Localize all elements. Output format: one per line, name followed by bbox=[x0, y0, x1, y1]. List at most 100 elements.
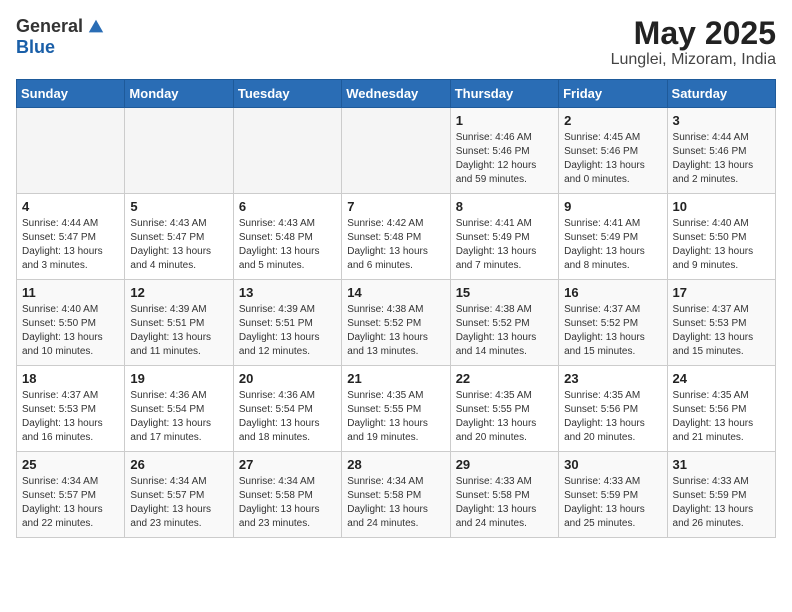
calendar-cell bbox=[233, 108, 341, 194]
day-number: 15 bbox=[456, 285, 553, 300]
day-info: Sunrise: 4:44 AM Sunset: 5:46 PM Dayligh… bbox=[673, 131, 770, 187]
calendar-week-row: 4 Sunrise: 4:44 AM Sunset: 5:47 PM Daylig… bbox=[17, 194, 776, 280]
weekday-header-monday: Monday bbox=[125, 80, 233, 108]
day-number: 27 bbox=[239, 457, 336, 472]
calendar-cell: 17 Sunrise: 4:37 AM Sunset: 5:53 PM Dayli… bbox=[667, 280, 775, 366]
logo-icon bbox=[87, 18, 105, 36]
calendar-cell: 5 Sunrise: 4:43 AM Sunset: 5:47 PM Daylig… bbox=[125, 194, 233, 280]
day-number: 9 bbox=[564, 199, 661, 214]
calendar-cell: 28 Sunrise: 4:34 AM Sunset: 5:58 PM Dayli… bbox=[342, 452, 450, 538]
title-block: May 2025 Lunglei, Mizoram, India bbox=[611, 16, 776, 69]
day-info: Sunrise: 4:44 AM Sunset: 5:47 PM Dayligh… bbox=[22, 217, 119, 273]
weekday-header-wednesday: Wednesday bbox=[342, 80, 450, 108]
calendar-cell: 22 Sunrise: 4:35 AM Sunset: 5:55 PM Dayli… bbox=[450, 366, 558, 452]
calendar-cell: 11Sunrise: 4:40 AM Sunset: 5:50 PM Dayli… bbox=[17, 280, 125, 366]
day-info: Sunrise: 4:35 AM Sunset: 5:55 PM Dayligh… bbox=[347, 389, 444, 445]
calendar-cell bbox=[342, 108, 450, 194]
calendar-week-row: 1Sunrise: 4:46 AM Sunset: 5:46 PM Daylig… bbox=[17, 108, 776, 194]
calendar-cell: 1Sunrise: 4:46 AM Sunset: 5:46 PM Daylig… bbox=[450, 108, 558, 194]
calendar-cell: 24Sunrise: 4:35 AM Sunset: 5:56 PM Dayli… bbox=[667, 366, 775, 452]
calendar-cell: 6Sunrise: 4:43 AM Sunset: 5:48 PM Daylig… bbox=[233, 194, 341, 280]
day-info: Sunrise: 4:34 AM Sunset: 5:57 PM Dayligh… bbox=[22, 475, 119, 531]
calendar-cell: 25 Sunrise: 4:34 AM Sunset: 5:57 PM Dayli… bbox=[17, 452, 125, 538]
day-info: Sunrise: 4:38 AM Sunset: 5:52 PM Dayligh… bbox=[456, 303, 553, 359]
logo-general-text: General bbox=[16, 16, 83, 37]
month-title: May 2025 bbox=[611, 16, 776, 51]
day-info: Sunrise: 4:37 AM Sunset: 5:53 PM Dayligh… bbox=[673, 303, 770, 359]
day-number: 19 bbox=[130, 371, 227, 386]
calendar-cell: 13 Sunrise: 4:39 AM Sunset: 5:51 PM Dayli… bbox=[233, 280, 341, 366]
weekday-header-friday: Friday bbox=[559, 80, 667, 108]
calendar-cell: 19Sunrise: 4:36 AM Sunset: 5:54 PM Dayli… bbox=[125, 366, 233, 452]
day-info: Sunrise: 4:40 AM Sunset: 5:50 PM Dayligh… bbox=[673, 217, 770, 273]
calendar-cell: 31Sunrise: 4:33 AM Sunset: 5:59 PM Dayli… bbox=[667, 452, 775, 538]
day-number: 18 bbox=[22, 371, 119, 386]
day-info: Sunrise: 4:39 AM Sunset: 5:51 PM Dayligh… bbox=[130, 303, 227, 359]
logo: General Blue bbox=[16, 16, 105, 58]
logo-blue-text: Blue bbox=[16, 37, 55, 58]
day-info: Sunrise: 4:37 AM Sunset: 5:53 PM Dayligh… bbox=[22, 389, 119, 445]
day-number: 12 bbox=[130, 285, 227, 300]
weekday-header-row: SundayMondayTuesdayWednesdayThursdayFrid… bbox=[17, 80, 776, 108]
day-number: 28 bbox=[347, 457, 444, 472]
day-info: Sunrise: 4:35 AM Sunset: 5:56 PM Dayligh… bbox=[673, 389, 770, 445]
calendar-cell: 23Sunrise: 4:35 AM Sunset: 5:56 PM Dayli… bbox=[559, 366, 667, 452]
day-number: 10 bbox=[673, 199, 770, 214]
day-info: Sunrise: 4:33 AM Sunset: 5:58 PM Dayligh… bbox=[456, 475, 553, 531]
day-info: Sunrise: 4:41 AM Sunset: 5:49 PM Dayligh… bbox=[456, 217, 553, 273]
weekday-header-saturday: Saturday bbox=[667, 80, 775, 108]
day-info: Sunrise: 4:34 AM Sunset: 5:57 PM Dayligh… bbox=[130, 475, 227, 531]
day-number: 23 bbox=[564, 371, 661, 386]
calendar-cell: 29Sunrise: 4:33 AM Sunset: 5:58 PM Dayli… bbox=[450, 452, 558, 538]
calendar-week-row: 11Sunrise: 4:40 AM Sunset: 5:50 PM Dayli… bbox=[17, 280, 776, 366]
weekday-header-sunday: Sunday bbox=[17, 80, 125, 108]
day-number: 2 bbox=[564, 113, 661, 128]
day-number: 20 bbox=[239, 371, 336, 386]
calendar-cell: 8Sunrise: 4:41 AM Sunset: 5:49 PM Daylig… bbox=[450, 194, 558, 280]
calendar-cell: 9 Sunrise: 4:41 AM Sunset: 5:49 PM Daylig… bbox=[559, 194, 667, 280]
calendar-cell: 16 Sunrise: 4:37 AM Sunset: 5:52 PM Dayli… bbox=[559, 280, 667, 366]
day-info: Sunrise: 4:34 AM Sunset: 5:58 PM Dayligh… bbox=[239, 475, 336, 531]
day-number: 3 bbox=[673, 113, 770, 128]
calendar-week-row: 25 Sunrise: 4:34 AM Sunset: 5:57 PM Dayli… bbox=[17, 452, 776, 538]
weekday-header-tuesday: Tuesday bbox=[233, 80, 341, 108]
calendar-cell: 18 Sunrise: 4:37 AM Sunset: 5:53 PM Dayli… bbox=[17, 366, 125, 452]
day-number: 4 bbox=[22, 199, 119, 214]
day-number: 30 bbox=[564, 457, 661, 472]
day-info: Sunrise: 4:36 AM Sunset: 5:54 PM Dayligh… bbox=[239, 389, 336, 445]
day-number: 7 bbox=[347, 199, 444, 214]
day-number: 22 bbox=[456, 371, 553, 386]
day-info: Sunrise: 4:43 AM Sunset: 5:47 PM Dayligh… bbox=[130, 217, 227, 273]
day-number: 1 bbox=[456, 113, 553, 128]
location-title: Lunglei, Mizoram, India bbox=[611, 51, 776, 69]
calendar-cell bbox=[125, 108, 233, 194]
day-number: 14 bbox=[347, 285, 444, 300]
day-number: 5 bbox=[130, 199, 227, 214]
calendar-cell: 20 Sunrise: 4:36 AM Sunset: 5:54 PM Dayli… bbox=[233, 366, 341, 452]
weekday-header-thursday: Thursday bbox=[450, 80, 558, 108]
day-number: 17 bbox=[673, 285, 770, 300]
day-info: Sunrise: 4:33 AM Sunset: 5:59 PM Dayligh… bbox=[564, 475, 661, 531]
calendar-cell: 3 Sunrise: 4:44 AM Sunset: 5:46 PM Daylig… bbox=[667, 108, 775, 194]
day-number: 25 bbox=[22, 457, 119, 472]
day-info: Sunrise: 4:38 AM Sunset: 5:52 PM Dayligh… bbox=[347, 303, 444, 359]
day-info: Sunrise: 4:39 AM Sunset: 5:51 PM Dayligh… bbox=[239, 303, 336, 359]
calendar-cell: 27 Sunrise: 4:34 AM Sunset: 5:58 PM Dayli… bbox=[233, 452, 341, 538]
calendar-cell: 26Sunrise: 4:34 AM Sunset: 5:57 PM Dayli… bbox=[125, 452, 233, 538]
day-number: 16 bbox=[564, 285, 661, 300]
calendar-cell: 12 Sunrise: 4:39 AM Sunset: 5:51 PM Dayli… bbox=[125, 280, 233, 366]
calendar-cell bbox=[17, 108, 125, 194]
day-info: Sunrise: 4:33 AM Sunset: 5:59 PM Dayligh… bbox=[673, 475, 770, 531]
calendar-cell: 10 Sunrise: 4:40 AM Sunset: 5:50 PM Dayli… bbox=[667, 194, 775, 280]
calendar-cell: 2Sunrise: 4:45 AM Sunset: 5:46 PM Daylig… bbox=[559, 108, 667, 194]
day-info: Sunrise: 4:37 AM Sunset: 5:52 PM Dayligh… bbox=[564, 303, 661, 359]
day-number: 13 bbox=[239, 285, 336, 300]
day-info: Sunrise: 4:41 AM Sunset: 5:49 PM Dayligh… bbox=[564, 217, 661, 273]
calendar-cell: 21 Sunrise: 4:35 AM Sunset: 5:55 PM Dayli… bbox=[342, 366, 450, 452]
day-info: Sunrise: 4:34 AM Sunset: 5:58 PM Dayligh… bbox=[347, 475, 444, 531]
day-number: 21 bbox=[347, 371, 444, 386]
day-info: Sunrise: 4:35 AM Sunset: 5:55 PM Dayligh… bbox=[456, 389, 553, 445]
day-info: Sunrise: 4:43 AM Sunset: 5:48 PM Dayligh… bbox=[239, 217, 336, 273]
calendar-cell: 4 Sunrise: 4:44 AM Sunset: 5:47 PM Daylig… bbox=[17, 194, 125, 280]
day-number: 11 bbox=[22, 285, 119, 300]
